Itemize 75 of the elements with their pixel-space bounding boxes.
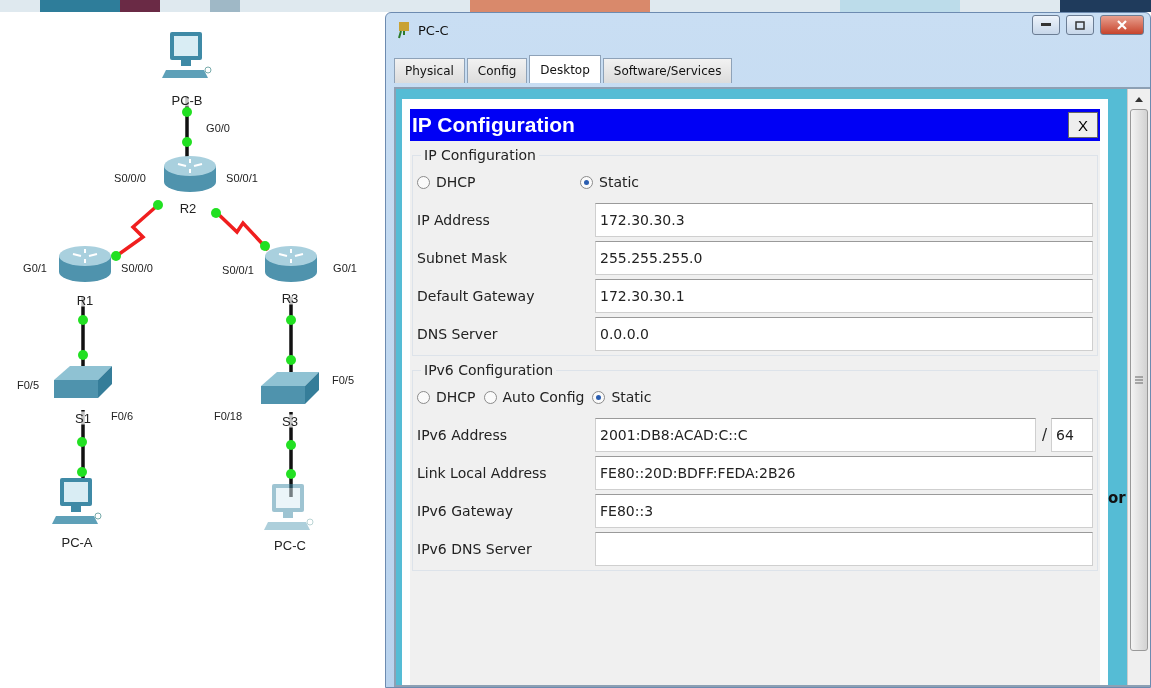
group-legend: IPv6 Configuration bbox=[421, 362, 557, 378]
input-field[interactable]: 172.30.30.1 bbox=[595, 279, 1093, 313]
radio-button[interactable] bbox=[417, 390, 430, 404]
minimize-button[interactable] bbox=[1032, 15, 1060, 35]
input-field[interactable]: 2001:DB8:ACAD:C::C bbox=[595, 418, 1036, 452]
prefix-separator: / bbox=[1041, 426, 1047, 444]
grip-icon bbox=[1135, 376, 1143, 384]
tab[interactable]: Physical bbox=[394, 58, 465, 83]
input-field[interactable] bbox=[595, 532, 1093, 566]
device-label: R2 bbox=[179, 201, 197, 215]
tab[interactable]: Desktop bbox=[529, 55, 601, 83]
device-label: R3 bbox=[281, 291, 299, 305]
input-field[interactable]: FE80::3 bbox=[595, 494, 1093, 528]
port-label: S0/0/0 bbox=[121, 262, 153, 274]
tab[interactable]: Config bbox=[466, 58, 528, 83]
field-label: Subnet Mask bbox=[417, 250, 509, 266]
close-button[interactable] bbox=[1100, 15, 1144, 35]
close-button[interactable]: X bbox=[1068, 112, 1098, 138]
maximize-icon bbox=[1075, 20, 1085, 30]
field-label: IPv6 DNS Server bbox=[417, 541, 533, 557]
device-label: S3 bbox=[282, 414, 298, 428]
port-label: G0/1 bbox=[333, 262, 357, 274]
dialog-title: IP Configuration bbox=[412, 113, 575, 137]
radio-label: Auto Config bbox=[502, 389, 585, 405]
port-label: F0/5 bbox=[332, 374, 354, 386]
maximize-button[interactable] bbox=[1066, 15, 1094, 35]
field-label: IPv6 Gateway bbox=[417, 503, 515, 519]
device-label: PC-B bbox=[171, 93, 203, 107]
port-label: G0/0 bbox=[206, 122, 230, 134]
group-legend: IP Configuration bbox=[421, 147, 539, 163]
switch-icon[interactable] bbox=[54, 364, 114, 400]
app-icon bbox=[396, 21, 412, 39]
port-label: F0/18 bbox=[213, 410, 243, 422]
port-label: F0/5 bbox=[17, 379, 39, 391]
radio-button[interactable] bbox=[483, 390, 497, 404]
switch-icon[interactable] bbox=[261, 370, 321, 406]
radio-button[interactable] bbox=[592, 390, 606, 404]
cable bbox=[111, 200, 163, 261]
radio-label: Static bbox=[611, 389, 652, 405]
port-label: S0/0/1 bbox=[226, 172, 258, 184]
scrollbar[interactable] bbox=[1127, 89, 1150, 685]
radio-label: DHCP bbox=[436, 389, 476, 405]
input-field[interactable]: 0.0.0.0 bbox=[595, 317, 1093, 351]
window-title: PC-C bbox=[418, 22, 450, 38]
device-label: S1 bbox=[75, 411, 91, 425]
router-icon[interactable] bbox=[58, 244, 112, 284]
scroll-up-icon[interactable] bbox=[1134, 95, 1144, 103]
field-label: IPv6 Address bbox=[417, 427, 508, 443]
device-label: PC-A bbox=[61, 535, 93, 549]
close-icon bbox=[1117, 20, 1127, 30]
device-label: R1 bbox=[76, 293, 94, 307]
field-label: Link Local Address bbox=[417, 465, 548, 481]
input-field[interactable]: 255.255.255.0 bbox=[595, 241, 1093, 275]
router-icon[interactable] bbox=[163, 154, 217, 194]
radio-button[interactable] bbox=[580, 175, 593, 189]
port-label: S0/0/1 bbox=[222, 264, 254, 276]
radio-label: Static bbox=[599, 174, 640, 190]
field-label: Default Gateway bbox=[417, 288, 536, 304]
text-fragment: or bbox=[1108, 489, 1126, 507]
input-field[interactable]: 172.30.30.3 bbox=[595, 203, 1093, 237]
tab[interactable]: Software/Services bbox=[602, 58, 733, 83]
input-field[interactable]: FE80::20D:BDFF:FEDA:2B26 bbox=[595, 456, 1093, 490]
scroll-thumb[interactable] bbox=[1130, 109, 1148, 651]
device-label: PC-C bbox=[274, 538, 306, 552]
router-icon[interactable] bbox=[264, 244, 318, 284]
field-label: DNS Server bbox=[417, 326, 499, 342]
prefix-field[interactable]: 64 bbox=[1051, 418, 1093, 452]
field-label: IP Address bbox=[417, 212, 491, 228]
radio-label: DHCP bbox=[436, 174, 476, 190]
port-label: G0/1 bbox=[23, 262, 47, 274]
cable bbox=[211, 208, 270, 252]
minimize-icon bbox=[1041, 23, 1051, 27]
port-label: F0/6 bbox=[111, 410, 133, 422]
port-label: S0/0/0 bbox=[114, 172, 146, 184]
radio-button[interactable] bbox=[417, 175, 430, 189]
